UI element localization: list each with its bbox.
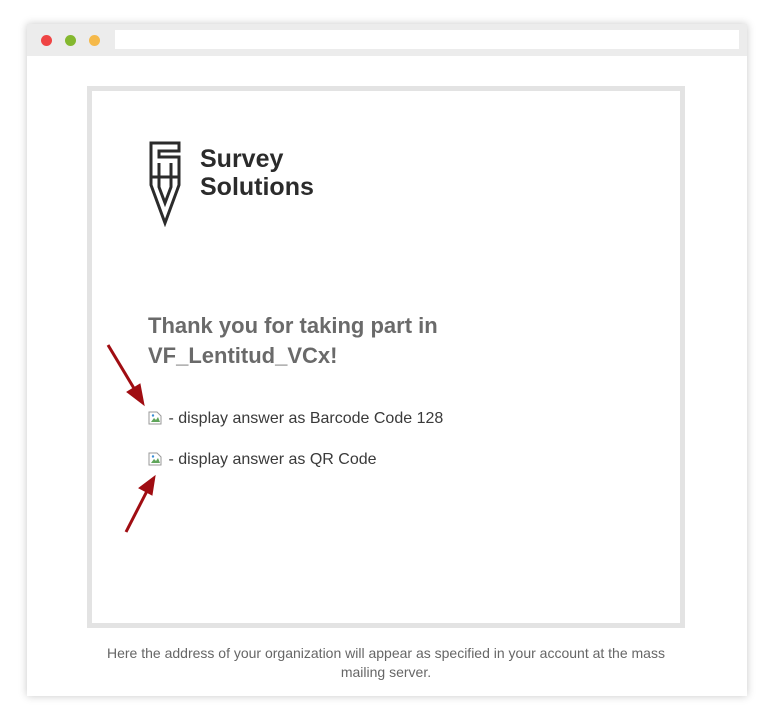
- broken-image-icon: [148, 411, 162, 425]
- barcode-answer-text: - display answer as Barcode Code 128: [164, 410, 444, 427]
- email-preview: Survey Solutions Thank you for taking pa…: [87, 86, 685, 628]
- logo-line-2: Solutions: [200, 173, 314, 201]
- close-window-button[interactable]: [41, 35, 52, 46]
- minimize-window-button[interactable]: [65, 35, 76, 46]
- logo-line-1: Survey: [200, 145, 284, 173]
- qr-answer-text: - display answer as QR Code: [164, 451, 377, 468]
- browser-window: Survey Solutions Thank you for taking pa…: [27, 24, 747, 696]
- thank-you-heading: Thank you for taking part in VF_Lentitud…: [148, 313, 438, 368]
- barcode-answer-line: - display answer as Barcode Code 128: [148, 409, 443, 429]
- logo-wordmark: Survey Solutions: [200, 145, 314, 201]
- survey-solutions-logo: Survey Solutions: [147, 141, 347, 231]
- maximize-window-button[interactable]: [89, 35, 100, 46]
- address-bar[interactable]: [115, 30, 739, 49]
- pen-nib-logo-icon: [149, 141, 181, 227]
- qr-answer-line: - display answer as QR Code: [148, 450, 377, 470]
- title-bar: [27, 24, 747, 56]
- broken-image-icon: [148, 452, 162, 466]
- organization-address-footer: Here the address of your organization wi…: [107, 645, 665, 680]
